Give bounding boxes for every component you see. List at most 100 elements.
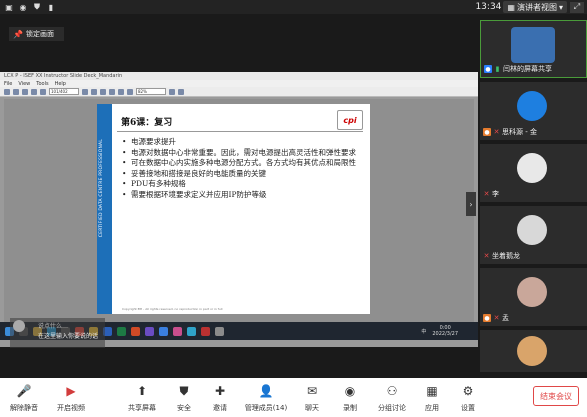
participant-tile[interactable]: ✕ 坐着鹅龙 <box>480 206 587 264</box>
members-icon: 👤 <box>258 384 274 398</box>
invite-button[interactable]: ✚ 邀请 <box>202 378 238 413</box>
participant-tile[interactable]: ● ▮ 闫林的屏幕共享 <box>480 20 587 78</box>
user-icon: ● <box>484 65 492 73</box>
start-video-button[interactable]: ▶ 开启视频 <box>48 378 94 413</box>
avatar <box>517 215 547 245</box>
lock-view-button[interactable]: 📌 锁定画面 <box>9 27 64 41</box>
participant-name: 李 <box>492 190 499 198</box>
slide-side-band: CERTIFIED DATA CENTRE PROFESSIONAL <box>97 104 112 314</box>
avatar <box>517 336 547 366</box>
excel-icon[interactable] <box>117 326 126 336</box>
divider <box>117 131 363 132</box>
slide: CERTIFIED DATA CENTRE PROFESSIONAL 第6课：复… <box>97 104 370 314</box>
back-icon[interactable] <box>4 88 10 95</box>
shield-icon: ⛊ <box>179 383 189 398</box>
fit-page-icon[interactable] <box>118 88 124 95</box>
input-language[interactable]: 中 <box>421 328 426 335</box>
record-icon: ◉ <box>344 384 356 398</box>
app-icon[interactable] <box>201 326 210 336</box>
view-mode-selector[interactable]: ▦ 演讲者视图 ▾ <box>503 1 567 13</box>
first-page-icon[interactable] <box>31 88 37 95</box>
app-icon[interactable] <box>173 326 182 336</box>
video-off-icon: ▶ <box>66 384 76 398</box>
bullet-item: 可在数据中心内实施多种电源分配方式。各方式均有其优点和局限性 <box>122 158 362 169</box>
zoom-in-icon[interactable] <box>109 88 115 95</box>
meeting-toolbar: 🎤 解除静音 ▶ 开启视频 ⬆ 共享屏幕 ⛊ 安全 ✚ 邀请 👤 管理成员(14… <box>0 378 587 417</box>
mic-muted-icon: 🎤 <box>16 384 32 398</box>
participant-tile[interactable] <box>480 330 587 372</box>
avatar <box>517 91 547 121</box>
rotate-icon[interactable] <box>169 88 175 95</box>
security-button[interactable]: ⛊ 安全 <box>166 378 202 413</box>
mic-muted-icon: ✕ <box>483 190 490 198</box>
chevron-right-icon: › <box>469 199 473 209</box>
menu-tools[interactable]: Tools <box>36 81 48 87</box>
slide-title: 第6课：复习 <box>121 118 173 128</box>
app-icon[interactable] <box>187 326 196 336</box>
record-button[interactable]: ◉ 录制 <box>330 378 370 413</box>
invite-icon: ✚ <box>214 384 226 398</box>
chat-placeholder: 说点什么… <box>38 323 69 330</box>
chat-message: 在这里输入你要说的话 <box>38 333 99 340</box>
chevron-down-icon: ▾ <box>558 2 563 12</box>
settings-button[interactable]: ⚙ 设置 <box>450 378 486 413</box>
participant-name: 坐着鹅龙 <box>492 252 520 260</box>
participant-name: 闫林的屏幕共享 <box>503 65 552 73</box>
collapse-panel-button[interactable]: › <box>466 192 476 216</box>
menu-help[interactable]: Help <box>55 81 66 87</box>
bullet-item: 需要根据环境要求定义并应用IP防护等级 <box>122 190 362 201</box>
page-input[interactable]: 101/402 <box>49 88 79 95</box>
share-screen-icon: ⬆ <box>136 384 148 398</box>
taskbar-clock: 0:00 2022/3/27 <box>432 325 458 337</box>
participant-name: 思科源 - 金 <box>502 128 537 136</box>
mic-muted-icon: ✕ <box>493 314 500 322</box>
chat-icon: ✉ <box>306 384 318 398</box>
chat-overlay[interactable]: 说点什么… 在这里输入你要说的话 <box>10 318 105 348</box>
participant-tile[interactable]: ● ✕ 孟 <box>480 268 587 326</box>
avatar <box>517 277 547 307</box>
avatar <box>517 153 547 183</box>
notification-icon: ◉ <box>19 2 27 12</box>
image-icon: ▣ <box>5 2 13 12</box>
pin-icon: 📌 <box>13 29 23 39</box>
bullet-item: 妥善接地和搭接是良好的电能质量的关键 <box>122 169 362 180</box>
next-page-icon[interactable] <box>82 88 88 95</box>
unmute-button[interactable]: 🎤 解除静音 <box>0 378 48 413</box>
chat-button[interactable]: ✉ 聊天 <box>294 378 330 413</box>
end-meeting-button[interactable]: 结束会议 <box>533 386 579 406</box>
apps-button[interactable]: ▦ 应用 <box>414 378 450 413</box>
zoom-out-icon[interactable] <box>100 88 106 95</box>
avatar <box>13 320 25 332</box>
meeting-icon[interactable] <box>159 326 168 336</box>
menu-file[interactable]: File <box>4 81 12 87</box>
screen-share-thumbnail <box>511 27 555 63</box>
shield-icon: ⛊ <box>34 2 40 11</box>
zoom-input[interactable]: 82% <box>136 88 166 95</box>
mic-muted-icon: ✕ <box>483 252 490 260</box>
slide-footer: Copyright EPI - All rights reserved. no … <box>122 307 223 311</box>
viewer-menu-bar: File View Tools Help <box>0 80 478 87</box>
mic-on-icon: ▮ <box>495 65 500 73</box>
manage-members-button[interactable]: 👤 管理成员(14) <box>238 378 294 413</box>
fullscreen-button[interactable]: ⤢ <box>570 1 584 13</box>
forward-icon[interactable] <box>13 88 19 95</box>
print-icon[interactable] <box>22 88 28 95</box>
participant-tile[interactable]: ● ✕ 思科源 - 金 <box>480 82 587 140</box>
signal-icon: ▮ <box>48 2 54 12</box>
powerpoint-icon[interactable] <box>131 326 140 336</box>
fit-width-icon[interactable] <box>127 88 133 95</box>
breakout-button[interactable]: ⚇ 分组讨论 <box>370 378 414 413</box>
user-icon: ● <box>483 128 491 136</box>
prev-page-icon[interactable] <box>40 88 46 95</box>
app-icon[interactable] <box>215 326 224 336</box>
participant-tile[interactable]: ✕ 李 <box>480 144 587 202</box>
app-icon[interactable] <box>145 326 154 336</box>
last-page-icon[interactable] <box>91 88 97 95</box>
apps-icon: ▦ <box>426 384 438 398</box>
slide-bullets: 电源要求提升 电源对数据中心非常重要。因此，需对电源提出高灵活性和弹性要求 可在… <box>122 137 362 200</box>
bullet-item: 电源要求提升 <box>122 137 362 148</box>
menu-view[interactable]: View <box>18 81 30 87</box>
participant-name: 孟 <box>502 314 509 322</box>
search-icon[interactable] <box>178 88 184 95</box>
share-screen-button[interactable]: ⬆ 共享屏幕 <box>118 378 166 413</box>
